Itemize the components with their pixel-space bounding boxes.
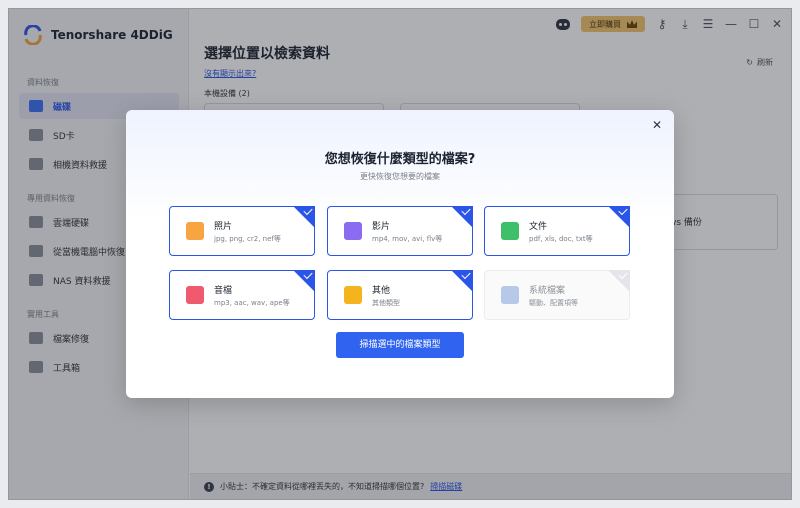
gear-icon bbox=[501, 286, 519, 304]
card-desc: jpg, png, cr2, nef等 bbox=[214, 235, 281, 243]
card-desc: 驅動、配置項等 bbox=[529, 299, 578, 307]
card-desc: mp3, aac, wav, ape等 bbox=[214, 299, 290, 307]
dialog-title: 您想恢復什麼類型的檔案? bbox=[324, 152, 476, 167]
card-name: 文件 bbox=[529, 222, 548, 232]
card-desc: pdf, xls, doc, txt等 bbox=[529, 235, 593, 243]
file-type-card-document[interactable]: 文件 pdf, xls, doc, txt等 bbox=[484, 205, 630, 256]
card-name: 其他 bbox=[372, 286, 391, 296]
photo-icon bbox=[186, 222, 204, 240]
card-name: 影片 bbox=[372, 222, 391, 232]
star-icon bbox=[344, 286, 362, 304]
audio-icon bbox=[186, 286, 204, 304]
file-type-card-system[interactable]: 系統檔案 驅動、配置項等 bbox=[484, 269, 630, 320]
card-name: 音檔 bbox=[214, 286, 233, 296]
file-type-dialog: ✕ 您想恢復什麼類型的檔案? 更快恢復您想要的檔案 照片 jpg, png, c… bbox=[126, 110, 674, 398]
file-type-card-audio[interactable]: 音檔 mp3, aac, wav, ape等 bbox=[169, 269, 315, 320]
card-desc: 其他類型 bbox=[372, 299, 400, 307]
close-icon[interactable]: ✕ bbox=[650, 118, 664, 132]
file-type-card-other[interactable]: 其他 其他類型 bbox=[327, 269, 473, 320]
document-icon bbox=[501, 222, 519, 240]
file-type-card-photo[interactable]: 照片 jpg, png, cr2, nef等 bbox=[169, 205, 315, 256]
dialog-subtitle: 更快恢復您想要的檔案 bbox=[360, 172, 440, 181]
card-name: 系統檔案 bbox=[529, 286, 566, 296]
card-desc: mp4, mov, avi, flv等 bbox=[372, 235, 443, 243]
video-icon bbox=[344, 222, 362, 240]
card-name: 照片 bbox=[214, 222, 233, 232]
scan-selected-types-button[interactable]: 掃描選中的檔案類型 bbox=[336, 332, 464, 358]
file-type-card-video[interactable]: 影片 mp4, mov, avi, flv等 bbox=[327, 205, 473, 256]
